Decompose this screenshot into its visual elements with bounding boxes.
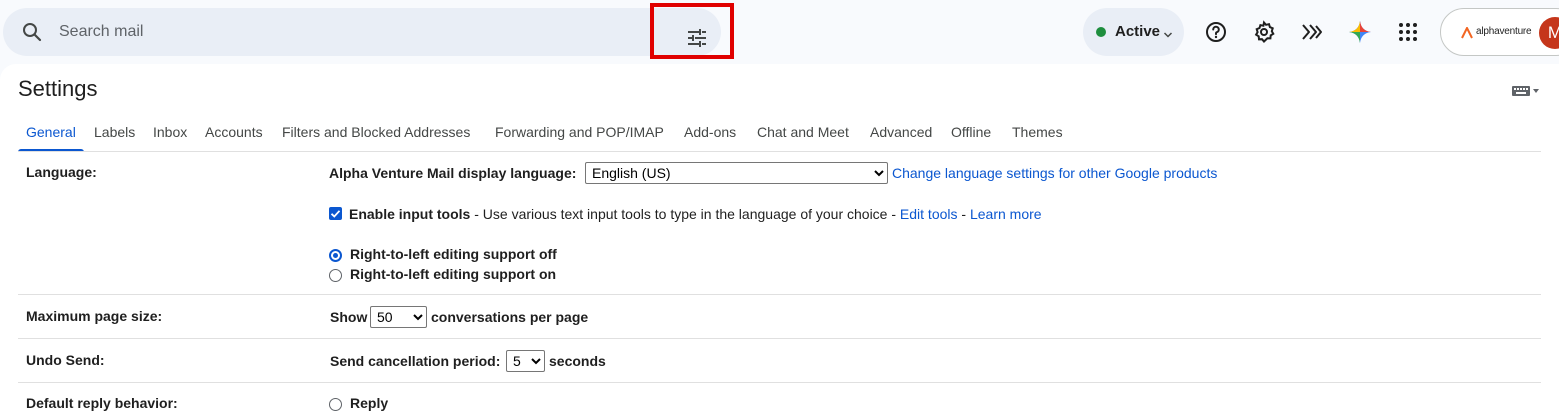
rtl-on-radio[interactable] — [329, 269, 342, 282]
tab-themes[interactable]: Themes — [1004, 117, 1071, 152]
account-chip[interactable]: alphaventure M — [1440, 8, 1559, 56]
tab-accounts[interactable]: Accounts — [197, 117, 271, 152]
status-dot-icon — [1096, 27, 1106, 37]
rtl-off-radio[interactable] — [329, 249, 342, 262]
edit-tools-link[interactable]: Edit tools — [900, 206, 958, 222]
tab-general[interactable]: General — [18, 117, 84, 152]
input-tools-label: Enable input tools — [349, 206, 471, 222]
undo-send-label: Undo Send: — [26, 352, 105, 368]
change-language-link[interactable]: Change language settings for other Googl… — [892, 165, 1217, 181]
row-divider — [18, 338, 1541, 339]
tab-forwarding[interactable]: Forwarding and POP/IMAP — [487, 117, 672, 152]
tab-addons[interactable]: Add-ons — [676, 117, 744, 152]
tabs-divider — [18, 151, 1541, 152]
search-input[interactable] — [59, 20, 619, 44]
gemini-icon[interactable] — [1348, 20, 1372, 44]
page-size-label: Maximum page size: — [26, 308, 163, 324]
tab-filters[interactable]: Filters and Blocked Addresses — [274, 117, 478, 152]
page-size-select[interactable]: 50 — [370, 306, 427, 328]
tab-offline[interactable]: Offline — [943, 117, 999, 152]
help-icon[interactable] — [1204, 20, 1228, 44]
language-label: Language: — [26, 164, 97, 180]
rtl-on-label: Right-to-left editing support on — [350, 266, 557, 282]
page-title: Settings — [18, 76, 98, 101]
display-language-label: Alpha Venture Mail display language: — [329, 165, 577, 181]
account-brand: alphaventure — [1476, 26, 1532, 37]
tab-inbox[interactable]: Inbox — [145, 117, 195, 152]
undo-send-suffix: seconds — [549, 353, 606, 369]
tab-chat-meet[interactable]: Chat and Meet — [749, 117, 857, 152]
tab-advanced[interactable]: Advanced — [862, 117, 940, 152]
reply-behavior-label: Default reply behavior: — [26, 395, 178, 411]
status-label: Active — [1115, 23, 1161, 40]
page-size-show: Show — [330, 309, 368, 325]
alphaventure-logo — [1461, 25, 1473, 39]
row-divider — [18, 382, 1541, 383]
input-tools-desc: - Use various text input tools to type i… — [470, 206, 900, 222]
settings-panel: Settings General Labels Inbox Accounts F… — [0, 64, 1559, 415]
search-icon[interactable] — [20, 20, 44, 44]
undo-send-prefix: Send cancellation period: — [330, 353, 501, 369]
display-language-select[interactable]: English (US) — [585, 162, 888, 184]
row-divider — [18, 294, 1541, 295]
input-tools-line: Enable input tools - Use various text in… — [349, 206, 1042, 222]
gear-icon[interactable] — [1252, 20, 1276, 44]
avatar[interactable]: M — [1539, 17, 1559, 49]
chevron-down-icon — [1163, 27, 1173, 38]
reply-radio[interactable] — [329, 398, 342, 411]
search-bar — [3, 8, 721, 56]
page-size-suffix: conversations per page — [431, 309, 589, 325]
top-bar: Active alphaventure M — [0, 0, 1559, 64]
apps-script-icon[interactable] — [1300, 20, 1324, 44]
learn-more-link[interactable]: Learn more — [970, 206, 1042, 222]
enable-input-tools-checkbox[interactable] — [329, 207, 342, 220]
apps-grid-icon[interactable] — [1396, 20, 1420, 44]
link-separator: - — [957, 206, 970, 222]
status-chip[interactable]: Active — [1083, 8, 1184, 56]
rtl-off-label: Right-to-left editing support off — [350, 246, 557, 262]
reply-option-label: Reply — [350, 395, 389, 411]
highlight-box — [650, 3, 734, 59]
keyboard-icon[interactable] — [1512, 84, 1540, 96]
tab-labels[interactable]: Labels — [86, 117, 143, 152]
undo-send-select[interactable]: 5 — [506, 350, 545, 372]
